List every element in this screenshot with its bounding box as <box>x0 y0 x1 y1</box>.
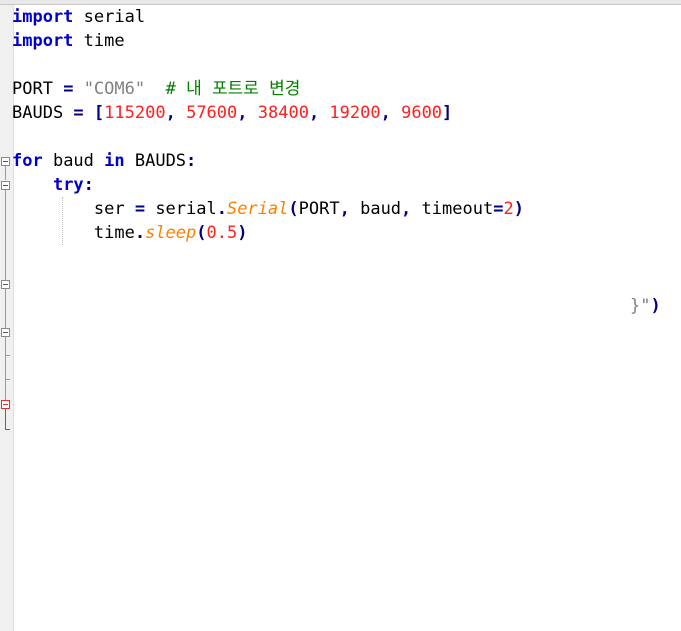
code-token: , <box>401 199 422 219</box>
code-token: , <box>339 199 361 219</box>
code-token: "COM6" <box>83 79 146 99</box>
fold-toggle-block[interactable] <box>1 328 10 337</box>
code-line[interactable]: BAUDS = [115200, 57600, 38400, 19200, 96… <box>12 101 681 125</box>
fold-line-current <box>5 409 6 429</box>
code-line[interactable]: for baud in BAUDS: <box>12 149 681 173</box>
code-line[interactable]: try: <box>12 173 681 197</box>
code-token: baud <box>360 199 402 219</box>
code-line[interactable]: PORT = "COM6" # 내 포트로 변경 <box>12 77 681 101</box>
fold-end-marker-current <box>5 429 10 430</box>
code-token: . <box>216 199 227 219</box>
code-token: = <box>73 103 84 123</box>
code-line[interactable]: time.sleep(0.5) <box>12 221 681 245</box>
code-token: 2 <box>503 199 514 219</box>
fold-toggle-current[interactable] <box>1 400 10 409</box>
code-token: , <box>380 103 402 123</box>
code-token: 9600 <box>401 103 443 123</box>
code-token: [ <box>93 103 105 123</box>
code-token: ser <box>12 199 135 219</box>
code-token: timeout <box>421 199 494 219</box>
code-editor[interactable]: import serial import time PORT = "COM6" # … <box>12 5 681 245</box>
fragment-brace: } <box>630 296 641 316</box>
code-token: import <box>12 31 74 51</box>
code-token: 19200 <box>329 103 381 123</box>
code-token: ( <box>288 199 299 219</box>
code-token: import <box>12 7 74 27</box>
fragment-paren: ) <box>650 296 661 316</box>
code-token: ( <box>196 223 207 243</box>
code-token: , <box>308 103 330 123</box>
code-token: , <box>237 103 258 123</box>
fragment-quote: " <box>640 296 651 316</box>
code-token: = <box>493 199 504 219</box>
code-token: sleep <box>145 223 197 243</box>
code-token: try <box>52 175 84 195</box>
code-token: Serial <box>226 199 289 219</box>
code-token: serial <box>145 199 217 219</box>
code-token: time <box>12 223 135 243</box>
fold-line <box>5 337 6 400</box>
code-token: , <box>165 103 187 123</box>
code-token: in <box>104 151 125 171</box>
code-token: PORT <box>298 199 340 219</box>
code-line[interactable]: import time <box>12 29 681 53</box>
code-token: for <box>12 151 43 171</box>
code-token: serial <box>73 7 146 27</box>
fold-toggle-for[interactable] <box>1 157 10 166</box>
partial-code-fragment: }") <box>630 294 661 318</box>
code-token: 0.5 <box>206 223 238 243</box>
code-line[interactable] <box>12 125 681 149</box>
code-line[interactable] <box>12 53 681 77</box>
code-token: = <box>134 199 146 219</box>
code-token: # 내 포트로 변경 <box>165 79 301 99</box>
code-token: 57600 <box>186 103 238 123</box>
code-line[interactable]: import serial <box>12 5 681 29</box>
code-token: PORT <box>12 79 64 99</box>
code-token: 115200 <box>104 103 166 123</box>
fold-line <box>5 190 6 280</box>
code-token: ) <box>237 223 248 243</box>
code-token: time <box>73 31 125 51</box>
code-token: baud <box>42 151 105 171</box>
code-token: BAUDS <box>124 151 187 171</box>
code-line[interactable]: ser = serial.Serial(PORT, baud, timeout=… <box>12 197 681 221</box>
fold-end-marker <box>5 355 10 356</box>
fold-line <box>5 289 6 328</box>
code-token: : <box>83 175 94 195</box>
fold-end-marker <box>5 379 10 380</box>
code-token: BAUDS <box>12 103 74 123</box>
fold-toggle-block[interactable] <box>1 280 10 289</box>
code-token: 38400 <box>257 103 309 123</box>
code-token: : <box>186 151 197 171</box>
code-token: . <box>134 223 146 243</box>
fold-line <box>5 166 6 180</box>
fold-toggle-try[interactable] <box>1 181 10 190</box>
code-token: ) <box>513 199 524 219</box>
code-token: = <box>63 79 74 99</box>
code-token: ] <box>442 103 453 123</box>
